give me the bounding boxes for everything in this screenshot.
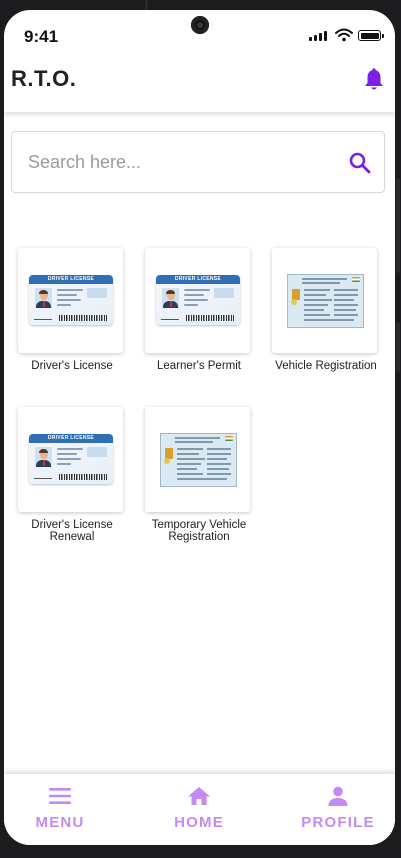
signal-icon <box>309 31 327 41</box>
search-bar <box>11 131 385 193</box>
status-bar: 9:41 <box>4 10 395 58</box>
phone-frame: 9:41 R.T.O. Search here... DRIVER LICENS… <box>0 0 401 858</box>
nav-profile-label: PROFILE <box>301 814 375 831</box>
service-learners-permit[interactable]: DRIVER LICENSE Learner's Permit <box>145 248 253 372</box>
app-title: R.T.O. <box>11 66 77 91</box>
nav-profile[interactable]: PROFILE <box>283 786 393 831</box>
profile-icon <box>328 786 348 806</box>
nav-menu[interactable]: MENU <box>5 786 115 831</box>
bottom-navigation: MENU HOME PROFILE <box>4 774 395 845</box>
menu-icon <box>49 788 71 804</box>
home-icon <box>188 787 210 805</box>
license-card-header: DRIVER LICENSE <box>47 435 95 441</box>
service-label: Driver's License Renewal <box>31 519 113 543</box>
side-button <box>396 178 400 273</box>
service-label: Vehicle Registration <box>275 360 377 372</box>
service-label: Temporary Vehicle Registration <box>151 519 247 543</box>
app-screen: 9:41 R.T.O. Search here... DRIVER LICENS… <box>4 10 395 845</box>
bell-icon[interactable] <box>363 68 385 92</box>
service-label: Learner's Permit <box>156 360 241 372</box>
service-label: Driver's License <box>31 360 113 372</box>
license-card-header: DRIVER LICENSE <box>47 276 95 282</box>
battery-icon <box>358 30 384 41</box>
service-card: DRIVER LICENSE <box>145 248 250 353</box>
license-card-illustration: DRIVER LICENSE <box>29 434 113 484</box>
service-drivers-license[interactable]: DRIVER LICENSE Driver's License <box>18 248 126 372</box>
wifi-icon <box>335 28 353 42</box>
front-camera <box>191 16 209 34</box>
registration-certificate-illustration <box>287 274 364 328</box>
app-bar: R.T.O. <box>4 58 395 112</box>
nav-home-label: HOME <box>174 814 224 831</box>
status-time: 9:41 <box>24 27 59 46</box>
service-temporary-vehicle-registration[interactable]: Temporary Vehicle Registration <box>145 407 253 543</box>
service-card <box>145 407 250 512</box>
service-drivers-license-renewal[interactable]: DRIVER LICENSE Driver's License Renewal <box>18 407 126 543</box>
service-vehicle-registration[interactable]: Vehicle Registration <box>272 248 380 372</box>
license-card-illustration: DRIVER LICENSE <box>29 275 113 325</box>
search-input[interactable] <box>28 148 328 176</box>
license-card-header: DRIVER LICENSE <box>174 276 222 282</box>
service-card <box>272 248 377 353</box>
service-card: DRIVER LICENSE <box>18 407 123 512</box>
registration-certificate-illustration <box>160 433 237 487</box>
license-card-illustration: DRIVER LICENSE <box>156 275 240 325</box>
nav-menu-label: MENU <box>35 814 85 831</box>
search-icon[interactable] <box>348 151 372 175</box>
frame-notch <box>145 0 148 10</box>
service-card: DRIVER LICENSE <box>18 248 123 353</box>
side-button <box>396 322 400 372</box>
nav-home[interactable]: HOME <box>144 786 254 831</box>
